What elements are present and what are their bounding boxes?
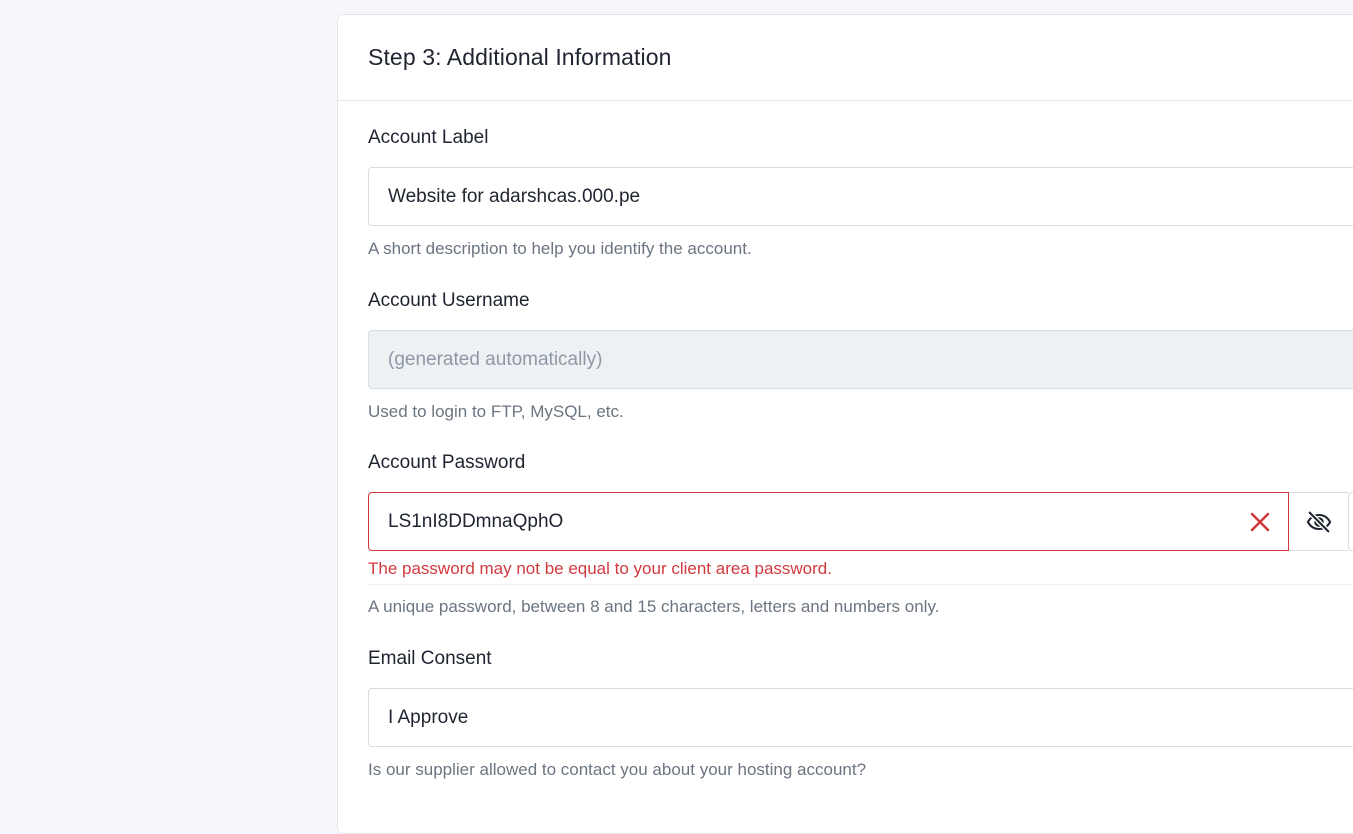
email-consent-label: Email Consent — [368, 648, 492, 669]
account-password-label: Account Password — [368, 452, 526, 473]
account-username-label: Account Username — [368, 290, 530, 311]
close-icon[interactable] — [1249, 511, 1271, 533]
account-username-placeholder: (generated automatically) — [388, 348, 603, 370]
eye-off-icon — [1306, 510, 1331, 533]
generate-password-button[interactable] — [1348, 492, 1353, 551]
account-username-help: Used to login to FTP, MySQL, etc. — [368, 402, 624, 421]
additional-info-card: Step 3: Additional Information Account L… — [337, 14, 1353, 834]
account-password-input[interactable]: LS1nI8DDmnaQphO — [368, 492, 1289, 551]
account-username-input: (generated automatically) — [368, 330, 1353, 389]
account-label-value: Website for adarshcas.000.pe — [388, 185, 641, 207]
divider — [368, 584, 1353, 585]
account-label-help: A short description to help you identify… — [368, 239, 752, 258]
card-header: Step 3: Additional Information — [338, 15, 1353, 101]
account-password-value: LS1nI8DDmnaQphO — [388, 510, 564, 532]
email-consent-help: Is our supplier allowed to contact you a… — [368, 760, 867, 779]
step-title: Step 3: Additional Information — [368, 44, 672, 70]
email-consent-select[interactable]: I Approve — [368, 688, 1353, 747]
account-label-input[interactable]: Website for adarshcas.000.pe — [368, 167, 1353, 226]
account-password-help: A unique password, between 8 and 15 char… — [368, 597, 940, 616]
account-label-label: Account Label — [368, 127, 489, 148]
account-password-error: The password may not be equal to your cl… — [368, 559, 832, 578]
toggle-password-visibility-button[interactable] — [1289, 492, 1348, 551]
email-consent-value: I Approve — [388, 706, 469, 728]
